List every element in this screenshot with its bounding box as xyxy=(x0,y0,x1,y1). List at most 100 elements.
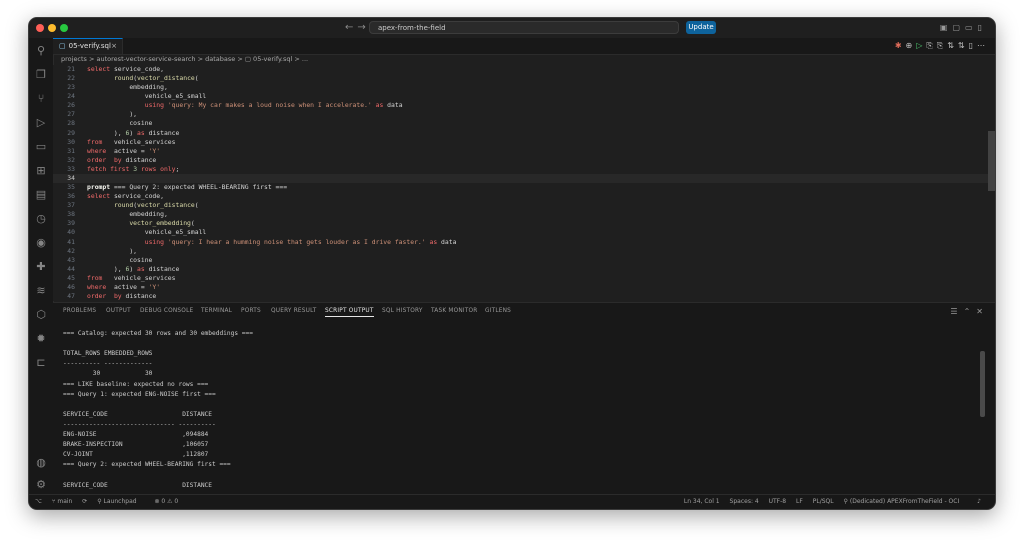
tab-05-verify-sql[interactable]: ▢ 05-verify.sql × xyxy=(53,38,123,54)
code-line[interactable]: 22 round(vector_distance( xyxy=(53,74,995,83)
code-line[interactable]: 27 ), xyxy=(53,110,995,119)
explorer-icon[interactable]: ❐ xyxy=(34,68,48,82)
editor-tabs: ▢ 05-verify.sql × ✱⊕▷⎘⎘⇅⇅▯⋯ xyxy=(53,38,995,55)
line-number: 39 xyxy=(67,219,75,228)
code-line[interactable]: 32 order by distance xyxy=(53,156,995,165)
code-line[interactable]: 38 embedding, xyxy=(53,210,995,219)
minimize-window-button[interactable] xyxy=(48,24,56,32)
code-line[interactable]: 43 cosine xyxy=(53,256,995,265)
timeline-icon[interactable]: ◷ xyxy=(34,212,48,226)
output-scrollbar[interactable] xyxy=(980,351,985,417)
output-line: ENG-NOISE ,094884 xyxy=(63,431,209,438)
gitlens-icon[interactable]: ◉ xyxy=(34,236,48,250)
panel-tab-debug-console[interactable]: DEBUG CONSOLE xyxy=(140,308,193,314)
layout-icons[interactable]: ▣▢▭▯ xyxy=(940,23,987,32)
layers-icon[interactable]: ≋ xyxy=(34,284,48,298)
launchpad-indicator[interactable]: ⚲ Launchpad xyxy=(97,498,144,505)
panel-tab-sql-history[interactable]: SQL HISTORY xyxy=(382,308,423,314)
problems-indicator[interactable]: ⊗ 0 ⚠ 0 xyxy=(154,498,178,505)
sun-icon[interactable]: ✹ xyxy=(34,332,48,346)
output-line: === LIKE baseline: expected no rows === xyxy=(63,380,209,388)
code-line[interactable]: 47 order by distance xyxy=(53,292,995,301)
code-line[interactable]: 28 cosine xyxy=(53,119,995,128)
code-line[interactable]: 39 vector_embedding( xyxy=(53,219,995,228)
breadcrumb[interactable]: projects > autorest-vector-service-searc… xyxy=(53,54,995,65)
gear-icon[interactable]: ⚙ xyxy=(34,478,48,492)
language-mode[interactable]: PL/SQL xyxy=(813,498,834,505)
panel-actions[interactable]: ☰⌃✕ xyxy=(950,307,989,316)
run-debug-icon[interactable]: ▷ xyxy=(34,116,48,130)
encoding[interactable]: UTF-8 xyxy=(769,498,787,505)
panel-tab-terminal[interactable]: TERMINAL xyxy=(201,308,232,314)
panel-tab-gitlens[interactable]: GITLENS xyxy=(485,308,511,314)
remote-icon[interactable]: ▭ xyxy=(34,140,48,154)
extensions-icon[interactable]: ⊞ xyxy=(34,164,48,178)
code-text: fetch first 3 rows only; xyxy=(87,164,180,173)
code-line[interactable]: 30 from vehicle_services xyxy=(53,138,995,147)
code-line[interactable]: 24 vehicle_e5_small xyxy=(53,92,995,101)
scrollbar-thumb[interactable] xyxy=(988,131,995,191)
line-number: 46 xyxy=(67,282,75,291)
panel-tab-output[interactable]: OUTPUT xyxy=(106,308,131,314)
nav-arrows[interactable]: ←→ xyxy=(345,22,370,33)
code-line[interactable]: 29 ), 6) as distance xyxy=(53,129,995,138)
code-line[interactable]: 23 embedding, xyxy=(53,83,995,92)
code-text: where active = 'Y' xyxy=(87,146,161,155)
code-line[interactable]: 31 where active = 'Y' xyxy=(53,147,995,156)
bell-icon[interactable]: ♪ xyxy=(977,498,981,505)
bottom-panel: PROBLEMS OUTPUT DEBUG CONSOLE TERMINAL PORTS… xyxy=(53,302,995,498)
cursor-position[interactable]: Ln 34, Col 1 xyxy=(684,498,720,505)
panel-tab-problems[interactable]: PROBLEMS xyxy=(63,308,96,314)
activity-bar: ⚲ ❐ ⑂ ▷ ▭ ⊞ ▤ ◷ ◉ ✚ ≋ ⬡ ✹ ⊏ ◍ ⚙ xyxy=(29,38,54,495)
branch-indicator[interactable]: ⑂ main ⟳ xyxy=(52,498,87,505)
code-line[interactable]: 33 fetch first 3 rows only; xyxy=(53,165,995,174)
package-icon[interactable]: ⬡ xyxy=(34,308,48,322)
account-icon[interactable]: ◍ xyxy=(34,456,48,470)
code-text: using 'query: My car makes a loud noise … xyxy=(144,101,403,110)
code-line[interactable]: 36 select service_code, xyxy=(53,192,995,201)
panel-tabs: PROBLEMS OUTPUT DEBUG CONSOLE TERMINAL PORTS… xyxy=(53,303,995,321)
code-text: prompt === Query 2: expected WHEEL-BEARI… xyxy=(87,183,288,192)
code-line[interactable]: 37 round(vector_distance( xyxy=(53,201,995,210)
db-connection[interactable]: ⚲ (Dedicated) APEXFromTheField - OCI xyxy=(844,498,968,505)
search-icon[interactable]: ⚲ xyxy=(34,44,48,58)
code-line[interactable]: 45 from vehicle_services xyxy=(53,274,995,283)
line-number: 47 xyxy=(67,292,75,300)
update-button[interactable]: Update xyxy=(686,21,716,34)
panel-tab-query-result[interactable]: QUERY RESULT xyxy=(271,308,317,314)
code-line[interactable]: 42 ), xyxy=(53,247,995,256)
line-number: 40 xyxy=(67,228,75,237)
close-window-button[interactable] xyxy=(36,24,44,32)
code-editor[interactable]: 21 select service_code, 22 round(vector_di… xyxy=(53,65,995,301)
command-center-search[interactable]: apex-from-the-field xyxy=(369,21,679,34)
close-icon[interactable]: × xyxy=(111,39,117,54)
output-line: === Catalog: expected 30 rows and 30 emb… xyxy=(63,330,253,337)
panel-tab-ports[interactable]: PORTS xyxy=(241,308,261,314)
nodes-icon[interactable]: ⊏ xyxy=(34,356,48,370)
zoom-window-button[interactable] xyxy=(60,24,68,32)
output-line: 30 30 xyxy=(63,370,153,378)
database-icon[interactable]: ▤ xyxy=(34,188,48,202)
line-number: 43 xyxy=(67,255,75,264)
output-line: === Query 2: expected WHEEL-BEARING firs… xyxy=(63,461,231,469)
source-control-icon[interactable]: ⑂ xyxy=(34,92,48,106)
line-number: 36 xyxy=(67,192,75,201)
editor-scrollbar[interactable] xyxy=(988,65,995,301)
panel-tab-task-monitor[interactable]: TASK MONITOR xyxy=(431,308,478,314)
code-line[interactable]: 34 xyxy=(53,173,995,184)
python-icon[interactable]: ✚ xyxy=(34,260,48,274)
remote-indicator-icon[interactable]: ⌥ xyxy=(35,498,42,505)
panel-tab-script-output[interactable]: SCRIPT OUTPUT xyxy=(325,308,374,317)
code-line[interactable]: 41 using 'query: I hear a humming noise … xyxy=(53,238,995,247)
code-line[interactable]: 44 ), 6) as distance xyxy=(53,265,995,274)
launchpad-label: Launchpad xyxy=(103,498,137,505)
indentation[interactable]: Spaces: 4 xyxy=(730,498,759,505)
code-line[interactable]: 35 prompt === Query 2: expected WHEEL-BEA… xyxy=(53,183,995,192)
code-line[interactable]: 40 vehicle_e5_small xyxy=(53,228,995,237)
line-number: 28 xyxy=(67,119,75,128)
code-line[interactable]: 26 using 'query: My car makes a loud noi… xyxy=(53,101,995,110)
code-line[interactable]: 46 where active = 'Y' xyxy=(53,283,995,292)
line-ending[interactable]: LF xyxy=(796,498,803,505)
code-line[interactable]: 21 select service_code, xyxy=(53,65,995,74)
editor-actions[interactable]: ✱⊕▷⎘⎘⇅⇅▯⋯ xyxy=(895,41,989,51)
